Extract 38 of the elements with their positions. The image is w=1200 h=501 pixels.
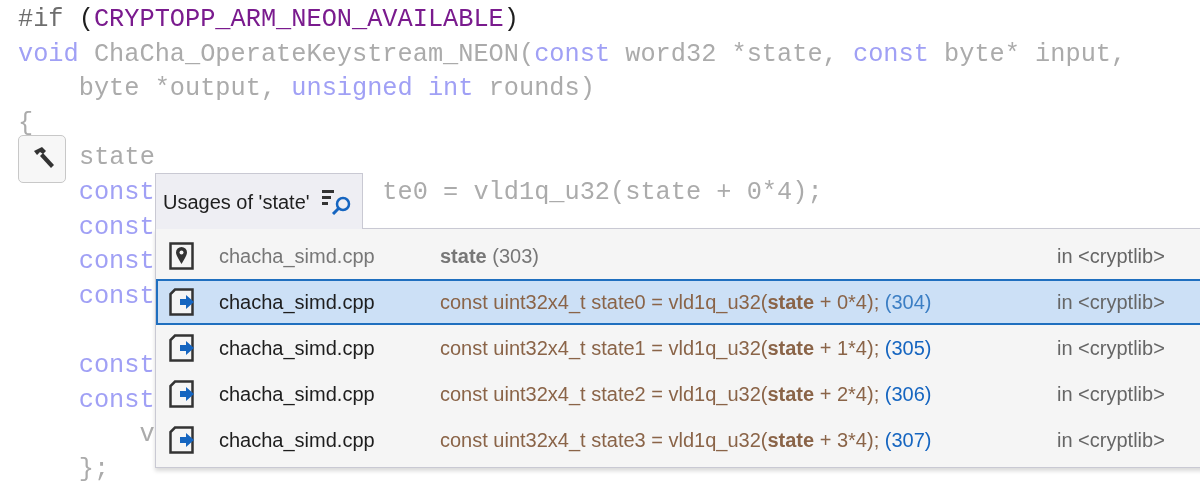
scope-text: in <cryptlib> [1057, 290, 1165, 315]
popup-title: Usages of 'state' [163, 189, 310, 215]
code-line: const [77, 281, 155, 311]
code-line: const [77, 177, 155, 207]
code-line: v [138, 420, 155, 450]
code-line: const [77, 350, 155, 380]
code-line: #if (CRYPTOPP_ARM_NEON_AVAILABLE) [18, 5, 519, 34]
file-name: chacha_simd.cpp [219, 291, 375, 313]
code-line: const [77, 247, 155, 277]
usage-text: const uint32x4_t state1 = vld1q_u32(state + 1*4); (305) [440, 337, 932, 359]
usage-row[interactable]: chacha_simd.cpp const uint32x4_t state2 = vld1q_u32(state + 2*4); (306) in <cryptlib> [156, 371, 1200, 417]
location-pin-icon [169, 242, 195, 270]
file-name: chacha_simd.cpp [219, 337, 375, 359]
code-line: const [77, 212, 155, 242]
scope-text: in <cryptlib> [1057, 428, 1165, 453]
usage-row[interactable]: chacha_simd.cpp const uint32x4_t state1 = vld1q_u32(state + 1*4); (305) in <cryptlib> [156, 325, 1200, 371]
usage-row[interactable]: chacha_simd.cpp const uint32x4_t state3 = vld1q_u32(state + 3*4); (307) in <cryptlib> [156, 417, 1200, 463]
code-line: te0 = vld1q_u32(state + 0*4); [382, 176, 823, 209]
code-line: void ChaCha_OperateKeystream_NEON(const word32 *state, const byte* input, [18, 39, 1127, 69]
usage-text: state (303) [440, 245, 539, 267]
usage-row[interactable]: chacha_simd.cpp state (303) in <cryptlib> [156, 233, 1200, 279]
quick-action-button[interactable] [18, 134, 66, 183]
scope-text: in <cryptlib> [1057, 244, 1165, 269]
scope-text: in <cryptlib> [1057, 382, 1165, 407]
code-line: byte *output, unsigned int rounds) [77, 74, 595, 104]
file-name: chacha_simd.cpp [219, 429, 375, 451]
code-line: const [77, 385, 155, 415]
usage-text: const uint32x4_t state3 = vld1q_u32(state + 3*4); (307) [440, 429, 932, 451]
find-usages-icon [321, 188, 352, 215]
usage-text: const uint32x4_t state2 = vld1q_u32(state + 2*4); (306) [440, 383, 932, 405]
code-line: state [79, 143, 155, 173]
usage-row[interactable]: chacha_simd.cpp const uint32x4_t state0 = vld1q_u32(state + 0*4); (304) in <cryptlib> [156, 279, 1200, 325]
code-line: }; [77, 454, 110, 484]
file-name: chacha_simd.cpp [219, 383, 375, 405]
code-line: { [18, 108, 34, 138]
scope-text: in <cryptlib> [1057, 336, 1165, 361]
usage-text: const uint32x4_t state0 = vld1q_u32(state + 0*4); (304) [440, 291, 932, 313]
file-name: chacha_simd.cpp [219, 245, 375, 267]
